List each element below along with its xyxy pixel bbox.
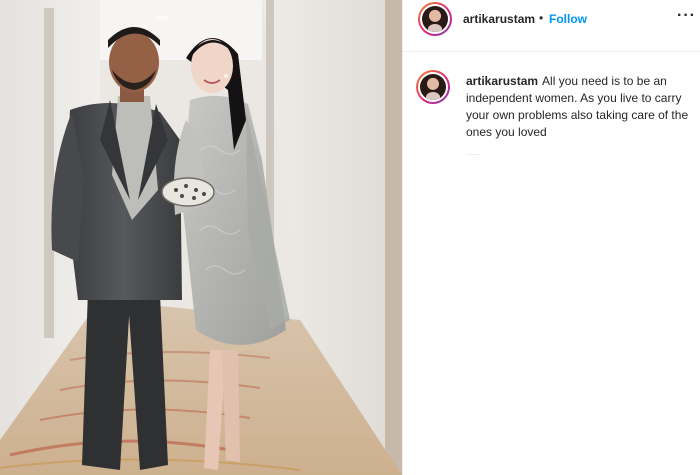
post-photo[interactable]: [0, 0, 402, 475]
caption-username[interactable]: artikarustam: [466, 74, 538, 88]
profile-avatar: [422, 6, 448, 32]
header-avatar[interactable]: [418, 2, 452, 36]
more-options-icon[interactable]: ···: [677, 7, 696, 25]
follow-button[interactable]: Follow: [549, 12, 587, 26]
caption-avatar[interactable]: [416, 70, 450, 104]
caption-divider: [466, 154, 480, 155]
post-header: artikarustam • Follow ···: [403, 0, 700, 52]
profile-avatar: [420, 74, 446, 100]
photo-illustration: [0, 0, 402, 475]
caption-text-block: artikarustam All you need is to be an ind…: [466, 73, 694, 141]
header-username[interactable]: artikarustam: [463, 12, 535, 26]
post-side-panel: artikarustam • Follow ··· artikarustam Al…: [402, 0, 700, 475]
header-separator: •: [539, 11, 544, 25]
